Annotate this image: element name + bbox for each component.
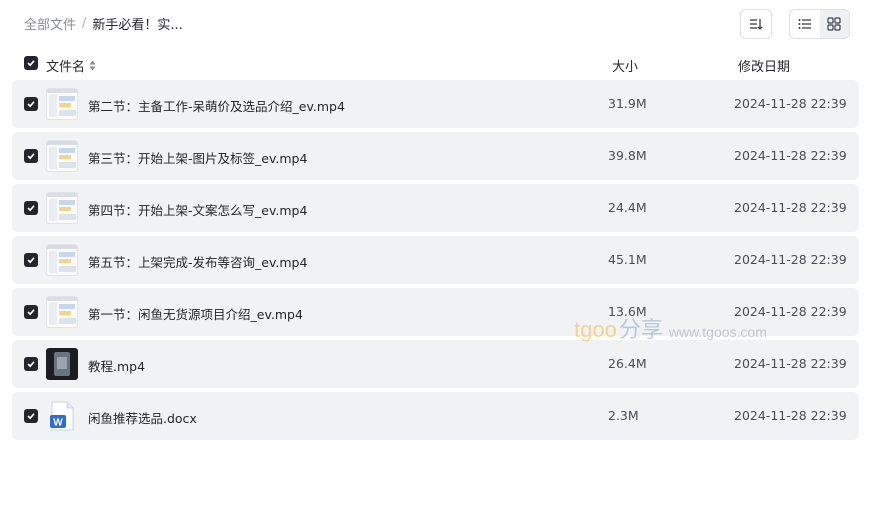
file-modified-date: 2024-11-28 22:39 <box>734 148 847 163</box>
file-name[interactable]: 第三节：开始上架-图片及标签_ev.mp4 <box>88 148 307 167</box>
file-checkbox[interactable] <box>24 149 38 163</box>
column-header-name[interactable]: 文件名 <box>46 56 96 75</box>
file-size: 24.4M <box>608 200 647 215</box>
file-size: 39.8M <box>608 148 647 163</box>
file-checkbox[interactable] <box>24 201 38 215</box>
video-thumbnail[interactable] <box>46 244 78 276</box>
file-list-header: 文件名 大小 修改日期 <box>0 50 874 78</box>
check-icon <box>27 413 35 420</box>
column-header-modified[interactable]: 修改日期 <box>738 56 790 75</box>
grid-view-button[interactable] <box>819 10 849 38</box>
svg-text:W: W <box>53 418 63 429</box>
breadcrumb-separator: / <box>82 16 87 31</box>
column-name-label: 文件名 <box>46 60 86 75</box>
breadcrumb-current: 新手必看！实... <box>92 18 183 33</box>
video-thumbnail[interactable] <box>46 192 78 224</box>
file-checkbox[interactable] <box>24 357 38 371</box>
file-name[interactable]: 第五节：上架完成-发布等咨询_ev.mp4 <box>88 252 307 271</box>
file-row[interactable]: 第四节：开始上架-文案怎么写_ev.mp4 24.4M 2024-11-28 22:… <box>12 184 859 232</box>
video-thumbnail[interactable] <box>46 348 78 380</box>
breadcrumb: 全部文件 / 新手必看！实... <box>24 14 183 33</box>
file-modified-date: 2024-11-28 22:39 <box>734 200 847 215</box>
top-bar: 全部文件 / 新手必看！实... <box>0 0 874 48</box>
check-icon <box>27 309 35 316</box>
file-name[interactable]: 第四节：开始上架-文案怎么写_ev.mp4 <box>88 200 307 219</box>
file-name[interactable]: 第二节：主备工作-呆萌价及选品介绍_ev.mp4 <box>88 96 345 115</box>
file-row[interactable]: 第五节：上架完成-发布等咨询_ev.mp4 45.1M 2024-11-28 22:… <box>12 236 859 284</box>
file-size: 2.3M <box>608 408 639 423</box>
video-thumbnail[interactable] <box>46 296 78 328</box>
file-row[interactable]: 第三节：开始上架-图片及标签_ev.mp4 39.8M 2024-11-28 22:… <box>12 132 859 180</box>
file-size: 45.1M <box>608 252 647 267</box>
sort-icon <box>750 19 763 30</box>
file-checkbox[interactable] <box>24 253 38 267</box>
file-row[interactable]: 教程.mp4 26.4M 2024-11-28 22:39 <box>12 340 859 388</box>
sort-button[interactable] <box>740 9 772 39</box>
file-checkbox[interactable] <box>24 409 38 423</box>
file-modified-date: 2024-11-28 22:39 <box>734 356 847 371</box>
check-icon <box>27 101 35 108</box>
list-view-button[interactable] <box>790 10 820 38</box>
check-icon <box>27 153 35 160</box>
word-doc-icon[interactable]: W <box>46 400 78 432</box>
check-icon <box>27 361 35 368</box>
view-toggle-group <box>789 9 850 39</box>
file-row[interactable]: 第一节：闲鱼无货源项目介绍_ev.mp4 13.6M 2024-11-28 22:3… <box>12 288 859 336</box>
file-checkbox[interactable] <box>24 97 38 111</box>
sort-toggle-icon[interactable] <box>89 60 96 72</box>
check-icon <box>27 205 35 212</box>
column-header-size[interactable]: 大小 <box>612 56 638 75</box>
check-icon <box>27 60 35 67</box>
file-name[interactable]: 闲鱼推荐选品.docx <box>88 408 197 427</box>
file-size: 26.4M <box>608 356 647 371</box>
file-size: 13.6M <box>608 304 647 319</box>
breadcrumb-root-link[interactable]: 全部文件 <box>24 14 76 33</box>
grid-view-icon <box>827 17 841 31</box>
file-modified-date: 2024-11-28 22:39 <box>734 96 847 111</box>
file-name[interactable]: 教程.mp4 <box>88 356 145 375</box>
video-thumbnail[interactable] <box>46 140 78 172</box>
file-row[interactable]: 第二节：主备工作-呆萌价及选品介绍_ev.mp4 31.9M 2024-11-28 … <box>12 80 859 128</box>
list-view-icon <box>798 19 811 29</box>
file-modified-date: 2024-11-28 22:39 <box>734 304 847 319</box>
video-thumbnail[interactable] <box>46 88 78 120</box>
file-name[interactable]: 第一节：闲鱼无货源项目介绍_ev.mp4 <box>88 304 303 323</box>
file-checkbox[interactable] <box>24 305 38 319</box>
file-row[interactable]: W 闲鱼推荐选品.docx 2.3M 2024-11-28 22:39 <box>12 392 859 440</box>
check-icon <box>27 257 35 264</box>
file-modified-date: 2024-11-28 22:39 <box>734 252 847 267</box>
file-size: 31.9M <box>608 96 647 111</box>
select-all-checkbox[interactable] <box>24 56 38 70</box>
file-modified-date: 2024-11-28 22:39 <box>734 408 847 423</box>
